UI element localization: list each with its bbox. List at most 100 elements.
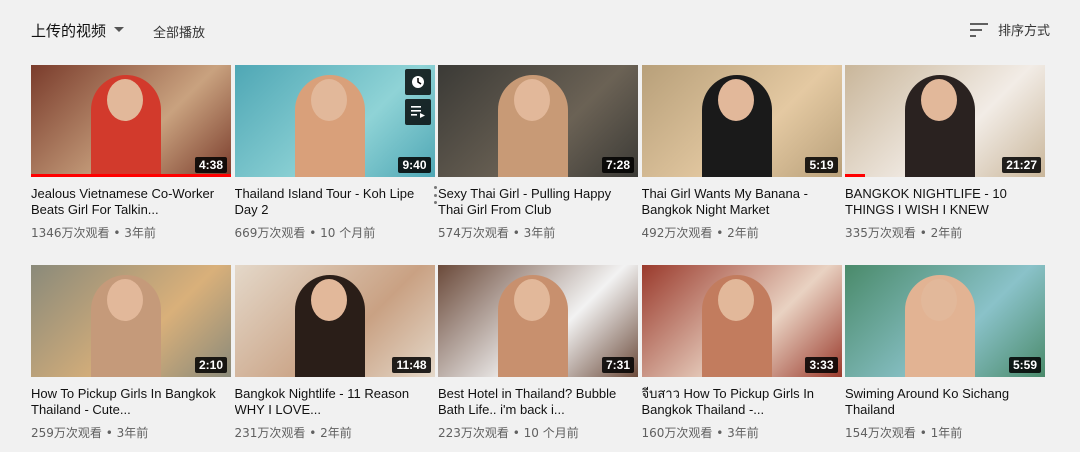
- view-count: 259万次观看: [31, 426, 102, 440]
- upload-age: 3年前: [727, 426, 759, 440]
- video-card[interactable]: 3:33 จีบสาว How To Pickup Girls In Bangko…: [641, 265, 842, 441]
- view-count: 154万次观看: [845, 426, 916, 440]
- view-count: 574万次观看: [438, 226, 509, 240]
- video-title[interactable]: Bangkok Nightlife - 11 Reason WHY I LOVE…: [235, 386, 425, 418]
- video-duration: 11:48: [392, 357, 431, 373]
- video-metadata: 154万次观看 • 1年前: [845, 424, 1045, 441]
- video-title[interactable]: Best Hotel in Thailand? Bubble Bath Life…: [438, 386, 628, 418]
- thumbnail-face: [310, 279, 347, 321]
- video-card[interactable]: 21:27 BANGKOK NIGHTLIFE - 10 THINGS I WIS…: [845, 65, 1045, 241]
- meta-separator: •: [508, 426, 524, 440]
- uploads-label: 上传的视频: [31, 22, 107, 40]
- thumbnail-face: [717, 79, 754, 121]
- upload-age: 10 个月前: [523, 426, 579, 440]
- view-count: 492万次观看: [641, 226, 713, 240]
- video-duration: 5:19: [805, 157, 838, 173]
- video-card[interactable]: 9:40 Thailand Island Tour - Koh Lipe Day …: [234, 65, 437, 241]
- video-title[interactable]: Jealous Vietnamese Co-Worker Beats Girl …: [31, 186, 221, 218]
- video-metadata: 259万次观看 • 3年前: [31, 424, 231, 441]
- video-thumbnail[interactable]: 4:38: [31, 65, 231, 177]
- video-duration: 21:27: [1002, 157, 1041, 173]
- video-title[interactable]: จีบสาว How To Pickup Girls In Bangkok Th…: [642, 386, 832, 418]
- video-card[interactable]: 7:31 Best Hotel in Thailand? Bubble Bath …: [438, 265, 638, 441]
- play-all-button[interactable]: 全部播放: [153, 22, 205, 41]
- video-metadata: 574万次观看 • 3年前: [438, 224, 638, 241]
- video-thumbnail[interactable]: 5:59: [845, 265, 1045, 377]
- thumbnail-face: [514, 279, 550, 321]
- video-metadata: 335万次观看 • 2年前: [845, 224, 1045, 241]
- page-header: 上传的视频 全部播放 排序方式: [0, 0, 1080, 60]
- upload-age: 3年前: [116, 426, 149, 440]
- view-count: 231万次观看: [234, 426, 306, 440]
- video-duration: 9:40: [398, 157, 431, 173]
- video-card[interactable]: 2:10 How To Pickup Girls In Bangkok Thail…: [31, 265, 231, 441]
- upload-age: 3年前: [523, 226, 556, 240]
- video-title[interactable]: How To Pickup Girls In Bangkok Thailand …: [31, 386, 221, 418]
- view-count: 160万次观看: [641, 426, 713, 440]
- video-title[interactable]: Swiming Around Ko Sichang Thailand: [845, 386, 1035, 418]
- meta-separator: •: [305, 426, 321, 440]
- meta-separator: •: [508, 226, 524, 240]
- upload-age: 2年前: [320, 426, 352, 440]
- thumbnail-face: [107, 279, 143, 321]
- thumbnail-face: [717, 279, 754, 321]
- thumbnail-face: [921, 279, 957, 321]
- video-title[interactable]: BANGKOK NIGHTLIFE - 10 THINGS I WISH I K…: [845, 186, 1035, 218]
- video-title[interactable]: Sexy Thai Girl - Pulling Happy Thai Girl…: [438, 186, 628, 218]
- video-thumbnail[interactable]: 2:10: [31, 265, 231, 377]
- sort-label: 排序方式: [997, 24, 1050, 39]
- watch-progress-bar: [845, 174, 865, 177]
- view-count: 223万次观看: [438, 426, 509, 440]
- view-count: 1346万次观看: [31, 226, 110, 240]
- upload-age: 2年前: [930, 226, 963, 240]
- meta-separator: •: [109, 226, 125, 240]
- add-to-queue-icon[interactable]: [404, 99, 431, 125]
- video-duration: 2:10: [194, 357, 227, 373]
- sort-button[interactable]: 排序方式: [969, 20, 1050, 39]
- view-count: 669万次观看: [234, 226, 306, 240]
- video-thumbnail[interactable]: 7:31: [438, 265, 638, 377]
- video-duration: 7:28: [601, 157, 634, 173]
- video-thumbnail[interactable]: 21:27: [845, 65, 1045, 177]
- video-card[interactable]: 4:38 Jealous Vietnamese Co-Worker Beats G…: [31, 65, 231, 241]
- meta-separator: •: [712, 226, 728, 240]
- video-card[interactable]: 5:59 Swiming Around Ko Sichang Thailand 15…: [845, 265, 1045, 441]
- thumbnail-face: [514, 79, 550, 121]
- thumbnail-face: [921, 79, 957, 121]
- video-duration: 7:31: [601, 357, 634, 373]
- video-card[interactable]: 5:19 Thai Girl Wants My Banana - Bangkok …: [641, 65, 842, 241]
- video-metadata: 669万次观看 • 10 个月前: [235, 224, 435, 241]
- video-thumbnail[interactable]: 5:19: [641, 65, 842, 177]
- video-thumbnail[interactable]: 9:40: [234, 65, 435, 177]
- video-duration: 3:33: [805, 357, 838, 373]
- video-thumbnail[interactable]: 3:33: [641, 265, 842, 377]
- sort-icon: [969, 22, 988, 37]
- video-title[interactable]: Thailand Island Tour - Koh Lipe Day 2: [235, 186, 425, 218]
- video-thumbnail[interactable]: 11:48: [234, 265, 435, 377]
- meta-separator: •: [915, 426, 931, 440]
- video-metadata: 160万次观看 • 3年前: [642, 424, 842, 441]
- upload-age: 1年前: [930, 426, 963, 440]
- video-card[interactable]: 7:28 Sexy Thai Girl - Pulling Happy Thai …: [438, 65, 638, 241]
- video-metadata: 223万次观看 • 10 个月前: [438, 424, 638, 441]
- video-title[interactable]: Thai Girl Wants My Banana - Bangkok Nigh…: [642, 186, 832, 218]
- thumbnail-face: [310, 79, 347, 121]
- video-duration: 4:38: [194, 157, 227, 173]
- uploads-dropdown[interactable]: 上传的视频: [31, 20, 125, 41]
- upload-age: 2年前: [727, 226, 759, 240]
- upload-age: 10 个月前: [320, 226, 376, 240]
- meta-separator: •: [915, 226, 931, 240]
- thumbnail-face: [107, 79, 143, 121]
- video-metadata: 1346万次观看 • 3年前: [31, 224, 231, 241]
- meta-separator: •: [305, 226, 321, 240]
- meta-separator: •: [101, 426, 117, 440]
- video-card[interactable]: 11:48 Bangkok Nightlife - 11 Reason WHY I…: [234, 265, 435, 441]
- video-metadata: 231万次观看 • 2年前: [235, 424, 435, 441]
- video-thumbnail[interactable]: 7:28: [438, 65, 638, 177]
- view-count: 335万次观看: [845, 226, 916, 240]
- meta-separator: •: [712, 426, 728, 440]
- video-duration: 5:59: [1008, 357, 1041, 373]
- upload-age: 3年前: [124, 226, 156, 240]
- watch-later-icon[interactable]: [404, 69, 431, 95]
- video-metadata: 492万次观看 • 2年前: [642, 224, 842, 241]
